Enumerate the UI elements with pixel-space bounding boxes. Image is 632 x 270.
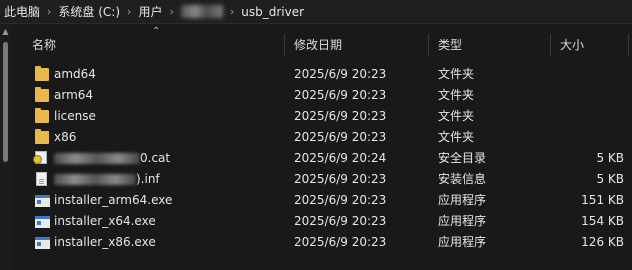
file-name-redacted: ).inf bbox=[54, 169, 160, 190]
file-type: 文件夹 bbox=[438, 109, 475, 123]
file-row-x86[interactable]: x86 2025/6/9 20:23 文件夹 bbox=[14, 127, 632, 148]
file-list: amd64 2025/6/9 20:23 文件夹 arm64 2025/6/9 … bbox=[14, 64, 632, 253]
folder-icon bbox=[35, 87, 49, 102]
column-divider[interactable] bbox=[628, 34, 629, 56]
file-type: 文件夹 bbox=[438, 67, 475, 81]
file-type: 安装信息 bbox=[438, 172, 487, 186]
file-type: 应用程序 bbox=[438, 235, 487, 249]
breadcrumb-user-redacted[interactable] bbox=[180, 5, 223, 18]
file-row-installer-arm64[interactable]: installer_arm64.exe 2025/6/9 20:23 应用程序 … bbox=[14, 190, 632, 211]
file-size: 5 KB bbox=[596, 172, 624, 186]
breadcrumb-usb-driver[interactable]: usb_driver bbox=[241, 5, 304, 19]
column-header-name[interactable]: 名称 bbox=[32, 32, 56, 58]
file-row-cat[interactable]: 0.cat 2025/6/9 20:24 安全目录 5 KB bbox=[14, 148, 632, 169]
chevron-right-icon[interactable]: › bbox=[230, 5, 234, 18]
chevron-right-icon[interactable]: › bbox=[169, 5, 173, 18]
file-name: ).inf bbox=[136, 172, 160, 186]
file-date: 2025/6/9 20:23 bbox=[294, 172, 387, 186]
file-type: 文件夹 bbox=[438, 130, 475, 144]
column-divider[interactable] bbox=[428, 34, 429, 56]
file-date: 2025/6/9 20:23 bbox=[294, 67, 387, 81]
setup-info-icon bbox=[36, 172, 47, 186]
sort-ascending-icon: ⌃ bbox=[152, 26, 161, 37]
column-divider[interactable] bbox=[284, 34, 285, 56]
folder-icon bbox=[35, 129, 49, 144]
breadcrumb-users[interactable]: 用户 bbox=[138, 3, 162, 20]
file-type: 应用程序 bbox=[438, 193, 487, 207]
file-type: 文件夹 bbox=[438, 88, 475, 102]
redacted-text bbox=[54, 153, 140, 164]
column-header-type[interactable]: 类型 bbox=[438, 32, 462, 58]
file-name: arm64 bbox=[54, 88, 94, 102]
security-catalog-icon bbox=[33, 151, 47, 164]
application-icon bbox=[35, 237, 50, 249]
file-row-installer-x86[interactable]: installer_x86.exe 2025/6/9 20:23 应用程序 12… bbox=[14, 232, 632, 253]
file-size: 151 KB bbox=[581, 193, 624, 207]
column-header-date[interactable]: 修改日期 bbox=[294, 32, 342, 58]
file-name: installer_x86.exe bbox=[54, 235, 156, 249]
application-icon bbox=[35, 195, 50, 207]
scroll-up-arrow-icon[interactable]: ▲ bbox=[0, 26, 11, 38]
file-name: installer_arm64.exe bbox=[54, 193, 173, 207]
file-name-redacted: 0.cat bbox=[54, 148, 170, 169]
file-row-inf[interactable]: ).inf 2025/6/9 20:23 安装信息 5 KB bbox=[14, 169, 632, 190]
application-icon bbox=[35, 216, 50, 228]
column-header-row: ⌃ 名称 修改日期 类型 大小 bbox=[14, 26, 632, 58]
file-row-arm64[interactable]: arm64 2025/6/9 20:23 文件夹 bbox=[14, 85, 632, 106]
file-row-amd64[interactable]: amd64 2025/6/9 20:23 文件夹 bbox=[14, 64, 632, 85]
file-row-installer-x64[interactable]: installer_x64.exe 2025/6/9 20:23 应用程序 15… bbox=[14, 211, 632, 232]
file-name: installer_x64.exe bbox=[54, 214, 156, 228]
file-name: x86 bbox=[54, 130, 77, 144]
file-date: 2025/6/9 20:24 bbox=[294, 151, 387, 165]
folder-icon bbox=[35, 108, 49, 123]
chevron-right-icon[interactable]: › bbox=[127, 5, 131, 18]
breadcrumb-system-drive[interactable]: 系统盘 (C:) bbox=[58, 3, 120, 20]
file-name: amd64 bbox=[54, 67, 96, 81]
file-size: 5 KB bbox=[596, 151, 624, 165]
file-date: 2025/6/9 20:23 bbox=[294, 214, 387, 228]
file-type: 应用程序 bbox=[438, 214, 487, 228]
file-row-license[interactable]: license 2025/6/9 20:23 文件夹 bbox=[14, 106, 632, 127]
file-date: 2025/6/9 20:23 bbox=[294, 130, 387, 144]
file-size: 154 KB bbox=[581, 214, 624, 228]
breadcrumb: 此电脑 › 系统盘 (C:) › 用户 › › usb_driver bbox=[0, 0, 632, 24]
column-divider[interactable] bbox=[550, 34, 551, 56]
redacted-text bbox=[54, 174, 136, 185]
file-name: 0.cat bbox=[140, 151, 171, 165]
folder-icon bbox=[35, 66, 49, 81]
file-name: license bbox=[54, 109, 96, 123]
file-date: 2025/6/9 20:23 bbox=[294, 109, 387, 123]
scrollbar-thumb[interactable] bbox=[3, 42, 8, 162]
breadcrumb-this-pc[interactable]: 此电脑 bbox=[4, 3, 40, 20]
chevron-right-icon[interactable]: › bbox=[47, 5, 51, 18]
file-date: 2025/6/9 20:23 bbox=[294, 193, 387, 207]
file-date: 2025/6/9 20:23 bbox=[294, 235, 387, 249]
file-size: 126 KB bbox=[581, 235, 624, 249]
column-header-size[interactable]: 大小 bbox=[560, 32, 584, 58]
file-date: 2025/6/9 20:23 bbox=[294, 88, 387, 102]
file-type: 安全目录 bbox=[438, 151, 487, 165]
